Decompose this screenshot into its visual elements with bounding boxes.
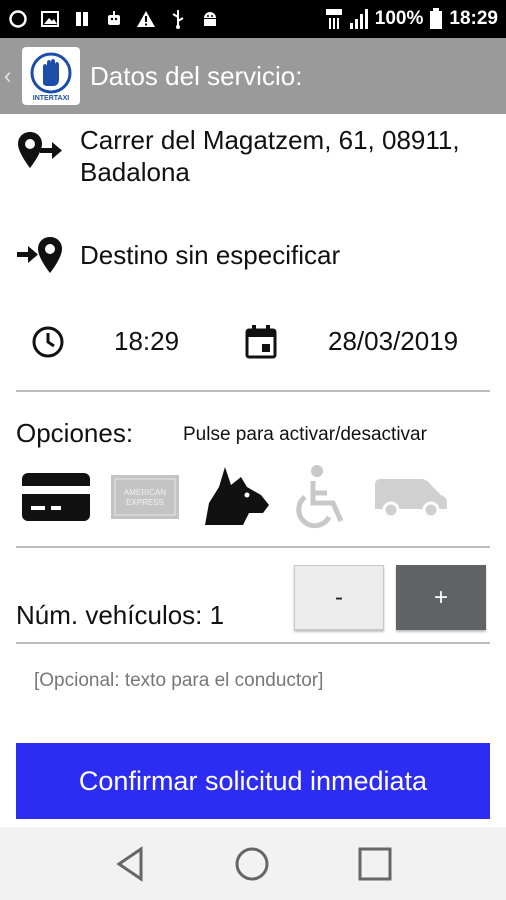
svg-text:EXPRESS: EXPRESS	[126, 498, 164, 507]
american-express-icon[interactable]: AMERICAN EXPRESS	[110, 462, 180, 532]
sim-icon	[76, 12, 88, 26]
usb-icon	[172, 10, 184, 29]
van-icon[interactable]	[370, 462, 450, 532]
origin-line1: Carrer del Magatzem, 61, 08911,	[80, 125, 460, 155]
clock-time: 18:29	[449, 8, 498, 29]
battery-percent: 100%	[374, 8, 424, 29]
android-icon	[204, 12, 216, 26]
calendar-icon[interactable]	[244, 324, 278, 360]
back-icon[interactable]	[113, 845, 147, 882]
pickup-date[interactable]: 28/03/2019	[328, 326, 458, 357]
warning-icon	[137, 11, 155, 27]
destination-row[interactable]: Destino sin especificar	[0, 230, 506, 280]
data-signal-icon	[325, 9, 342, 29]
vehicle-count-label: Núm. vehículos: 1	[16, 600, 225, 630]
destination-text: Destino sin especificar	[80, 240, 341, 270]
driver-note-field[interactable]: [Opcional: texto para el conductor]	[34, 670, 323, 692]
home-icon[interactable]	[234, 846, 270, 882]
divider	[16, 390, 490, 392]
app-bar: ‹ INTERTAXI Datos del servicio:	[0, 38, 506, 114]
battery-icon	[430, 8, 443, 29]
logo-text: INTERTAXI	[33, 95, 69, 102]
taxi-hand-logo-icon: INTERTAXI	[30, 52, 72, 102]
image-icon	[41, 11, 59, 27]
app-logo[interactable]: INTERTAXI	[22, 47, 80, 105]
pickup-time[interactable]: 18:29	[114, 326, 179, 357]
wheelchair-icon[interactable]	[290, 462, 352, 532]
pin-arrow-right-icon	[16, 128, 64, 176]
confirm-request-button[interactable]: Confirmar solicitud inmediata	[16, 743, 490, 819]
amex-text: AMERICAN	[124, 488, 166, 497]
origin-address: Carrer del Magatzem, 61, 08911, Badalona	[80, 124, 460, 188]
back-chevron-icon[interactable]: ‹	[4, 63, 18, 89]
decrease-vehicles-button[interactable]: -	[294, 565, 384, 630]
options-label: Opciones:	[16, 418, 134, 448]
dog-icon[interactable]	[198, 462, 272, 532]
recents-icon[interactable]	[357, 846, 393, 882]
sync-circle-icon	[9, 10, 27, 28]
page-title: Datos del servicio:	[90, 60, 303, 91]
origin-row[interactable]: Carrer del Magatzem, 61, 08911, Badalona	[0, 122, 506, 194]
increase-vehicles-button[interactable]: +	[396, 565, 486, 630]
arrow-pin-icon	[16, 231, 64, 279]
credit-card-icon[interactable]	[20, 462, 92, 532]
system-nav-bar	[0, 827, 506, 900]
status-bar: 100% 18:29	[0, 0, 506, 38]
divider	[16, 546, 490, 548]
clock-icon[interactable]	[30, 324, 66, 360]
signal-bars-icon	[349, 9, 368, 29]
origin-line2: Badalona	[80, 157, 190, 187]
schedule-row: 18:29 28/03/2019	[0, 312, 506, 372]
options-hint: Pulse para activar/desactivar	[183, 424, 427, 445]
robot-icon	[108, 11, 120, 25]
divider	[16, 642, 490, 644]
